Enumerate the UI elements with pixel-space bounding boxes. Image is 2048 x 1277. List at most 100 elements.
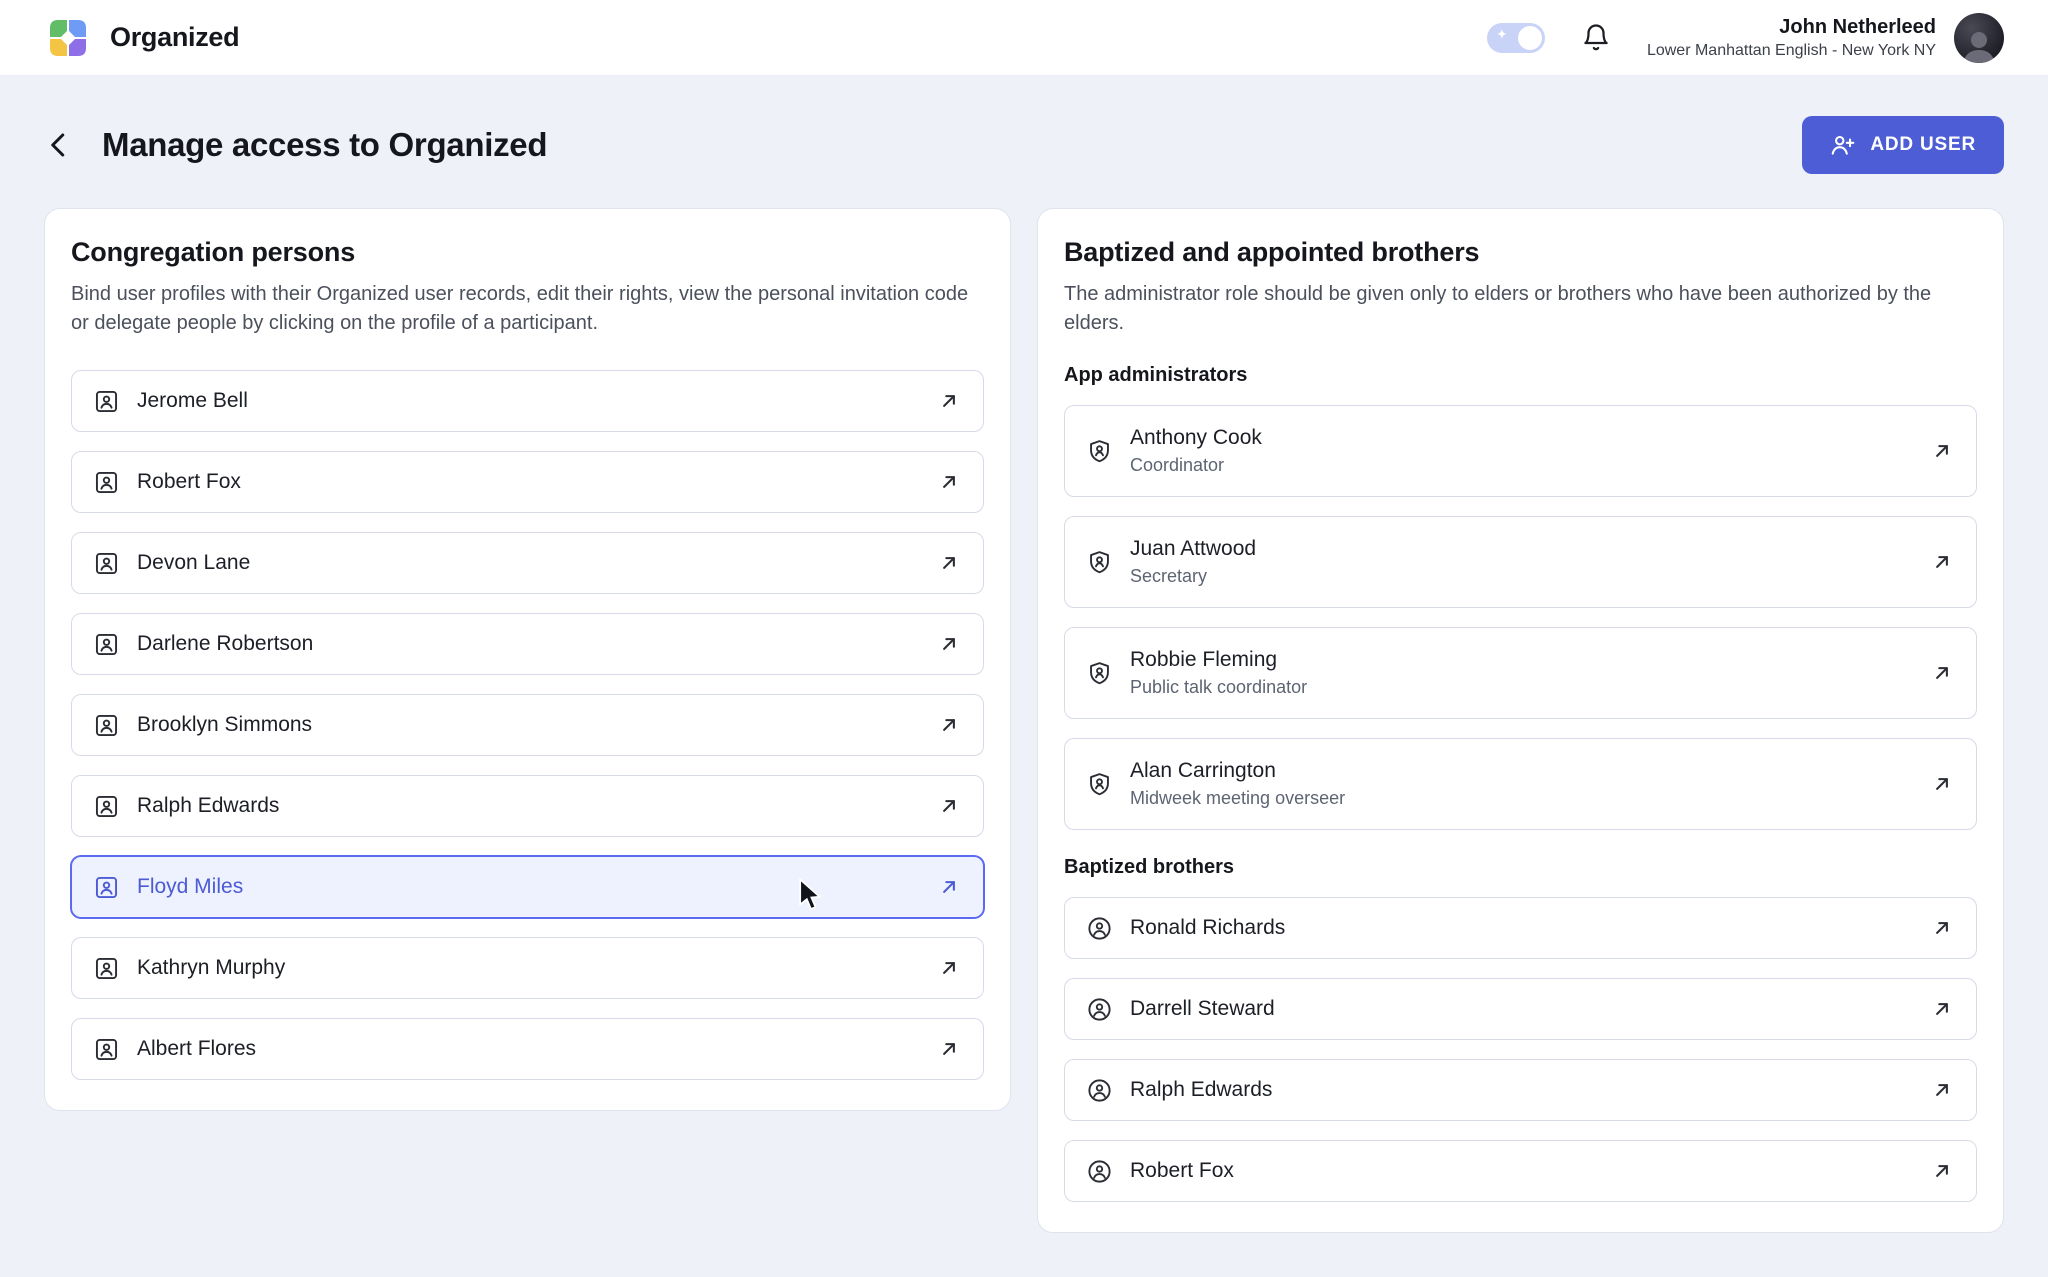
back-button[interactable] [44,130,74,160]
contact-card-icon [93,1036,120,1063]
card-description: Bind user profiles with their Organized … [71,280,984,338]
open-profile-arrow-icon[interactable] [936,550,962,576]
person-row[interactable]: Robert Fox [71,451,984,513]
add-user-button[interactable]: ADD USER [1802,116,2004,174]
contact-card-icon [93,469,120,496]
member-texts: Anthony Cook Coordinator [1130,426,1262,476]
open-profile-arrow-icon[interactable] [1929,1077,1955,1103]
circle-person-icon [1086,1077,1113,1104]
add-user-label: ADD USER [1870,134,1976,156]
open-profile-arrow-icon[interactable] [936,874,962,900]
person-name: Ralph Edwards [137,794,279,818]
baptized-row[interactable]: Ronald Richards [1064,897,1977,959]
contact-card-icon [93,550,120,577]
open-profile-arrow-icon[interactable] [1929,996,1955,1022]
person-row[interactable]: Ralph Edwards [71,775,984,837]
app-name: Organized [110,22,239,53]
sparkle-icon: ✦ [1496,27,1508,41]
baptized-row[interactable]: Robert Fox [1064,1140,1977,1202]
open-profile-arrow-icon[interactable] [1929,915,1955,941]
admin-row[interactable]: Alan Carrington Midweek meeting overseer [1064,738,1977,830]
member-role: Coordinator [1130,455,1262,476]
shield-person-icon [1086,660,1113,687]
app-header: Organized ✦ John Netherleed Lower Manhat… [0,0,2048,76]
shield-person-icon [1086,438,1113,465]
admin-list: Anthony Cook Coordinator Juan Attwood Se… [1064,405,1977,830]
contact-card-icon [93,793,120,820]
person-row-selected[interactable]: Floyd Miles [71,856,984,918]
person-name: Devon Lane [137,551,250,575]
person-name: Floyd Miles [137,875,243,899]
person-name: Brooklyn Simmons [137,713,312,737]
member-texts: Robbie Fleming Public talk coordinator [1130,648,1307,698]
user-texts: John Netherleed Lower Manhattan English … [1647,16,1936,60]
contact-card-icon [93,388,120,415]
person-row[interactable]: Darlene Robertson [71,613,984,675]
baptized-row[interactable]: Ralph Edwards [1064,1059,1977,1121]
circle-person-icon [1086,1158,1113,1185]
header-right: ✦ John Netherleed Lower Manhattan Englis… [1487,13,2004,63]
contact-card-icon [93,874,120,901]
member-name: Ralph Edwards [1130,1078,1272,1102]
open-profile-arrow-icon[interactable] [936,388,962,414]
member-name: Alan Carrington [1130,759,1345,783]
page-title: Manage access to Organized [102,126,547,164]
contact-card-icon [93,955,120,982]
avatar[interactable] [1954,13,2004,63]
open-profile-arrow-icon[interactable] [936,793,962,819]
user-congregation: Lower Manhattan English - New York NY [1647,42,1936,60]
member-role: Midweek meeting overseer [1130,788,1345,809]
baptized-list: Ronald Richards Darrell Steward Ralph Ed… [1064,897,1977,1202]
circle-person-icon [1086,996,1113,1023]
section-title-app-administrators: App administrators [1064,364,1977,387]
brand: Organized [44,14,239,62]
open-profile-arrow-icon[interactable] [936,955,962,981]
member-texts: Juan Attwood Secretary [1130,537,1256,587]
person-row[interactable]: Jerome Bell [71,370,984,432]
admin-row[interactable]: Robbie Fleming Public talk coordinator [1064,627,1977,719]
member-name: Robert Fox [1130,1159,1234,1183]
open-profile-arrow-icon[interactable] [1929,549,1955,575]
member-texts: Alan Carrington Midweek meeting overseer [1130,759,1345,809]
member-name: Anthony Cook [1130,426,1262,450]
open-profile-arrow-icon[interactable] [1929,771,1955,797]
person-list: Jerome Bell Robert Fox Devon Lane Darlen… [71,370,984,1080]
open-profile-arrow-icon[interactable] [936,631,962,657]
toggle-knob [1518,26,1542,50]
baptized-brothers-card: Baptized and appointed brothers The admi… [1037,208,2004,1233]
main-content: Congregation persons Bind user profiles … [0,208,2048,1277]
person-row[interactable]: Albert Flores [71,1018,984,1080]
member-role: Secretary [1130,566,1256,587]
person-row[interactable]: Brooklyn Simmons [71,694,984,756]
page-header: Manage access to Organized ADD USER [0,76,2048,208]
card-title: Congregation persons [71,237,984,268]
member-role: Public talk coordinator [1130,677,1307,698]
notifications-button[interactable] [1581,23,1611,53]
shield-person-icon [1086,771,1113,798]
user-block: John Netherleed Lower Manhattan English … [1647,13,2004,63]
circle-person-icon [1086,915,1113,942]
bell-icon [1581,23,1611,53]
open-profile-arrow-icon[interactable] [936,712,962,738]
admin-row[interactable]: Juan Attwood Secretary [1064,516,1977,608]
shield-person-icon [1086,549,1113,576]
open-profile-arrow-icon[interactable] [936,469,962,495]
theme-toggle[interactable]: ✦ [1487,23,1545,53]
open-profile-arrow-icon[interactable] [1929,1158,1955,1184]
chevron-left-icon [44,130,74,160]
admin-row[interactable]: Anthony Cook Coordinator [1064,405,1977,497]
open-profile-arrow-icon[interactable] [1929,660,1955,686]
member-name: Ronald Richards [1130,916,1285,940]
person-name: Robert Fox [137,470,241,494]
open-profile-arrow-icon[interactable] [936,1036,962,1062]
person-name: Kathryn Murphy [137,956,285,980]
person-row[interactable]: Kathryn Murphy [71,937,984,999]
person-name: Jerome Bell [137,389,248,413]
member-name: Juan Attwood [1130,537,1256,561]
person-row[interactable]: Devon Lane [71,532,984,594]
baptized-row[interactable]: Darrell Steward [1064,978,1977,1040]
open-profile-arrow-icon[interactable] [1929,438,1955,464]
person-name: Darlene Robertson [137,632,313,656]
section-title-baptized-brothers: Baptized brothers [1064,856,1977,879]
app-logo-icon [44,14,92,62]
